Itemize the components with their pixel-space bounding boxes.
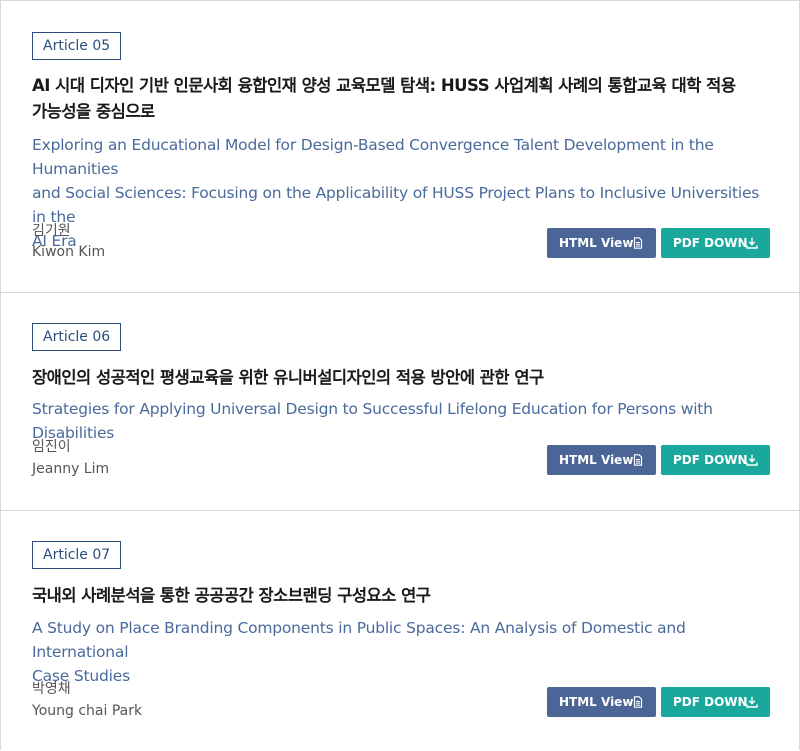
article-badge: Article 07	[32, 541, 122, 569]
document-icon	[633, 696, 643, 708]
article-title-ko[interactable]: AI 시대 디자인 기반 인문사회 융합인재 양성 교육모델 탐색: HUSS …	[32, 73, 772, 125]
title-ko-line: 국내외 사례분석을 통한 공공공간 장소브랜딩 구성요소 연구	[32, 586, 431, 605]
title-ko-line: 가능성을 중심으로	[32, 102, 155, 121]
author-name-en: Jeanny Lim	[32, 461, 110, 477]
article-list: Article 05 AI 시대 디자인 기반 인문사회 융합인재 양성 교육모…	[0, 0, 800, 750]
title-en-line: Strategies for Applying Universal Design…	[32, 400, 713, 442]
download-icon	[746, 696, 758, 708]
pdf-download-button[interactable]: PDF DOWN	[661, 228, 770, 258]
html-view-label: HTML View	[559, 236, 634, 250]
pdf-download-label: PDF DOWN	[673, 695, 748, 709]
document-icon	[633, 237, 643, 249]
title-en-line: A Study on Place Branding Components in …	[32, 619, 686, 661]
author-name-en: Kiwon Kim	[32, 244, 106, 260]
article-item-06: Article 06 장애인의 성공적인 평생교육을 위한 유니버설디자인의 적…	[1, 293, 799, 511]
article-item-07: Article 07 국내외 사례분석을 통한 공공공간 장소브랜딩 구성요소 …	[1, 511, 799, 751]
author-name-ko: 박영채	[32, 681, 71, 697]
download-icon	[746, 454, 758, 466]
html-view-button[interactable]: HTML View	[547, 687, 656, 717]
article-title-en[interactable]: A Study on Place Branding Components in …	[32, 616, 772, 688]
title-en-line: Exploring an Educational Model for Desig…	[32, 136, 714, 178]
pdf-download-button[interactable]: PDF DOWN	[661, 445, 770, 475]
html-view-label: HTML View	[559, 453, 634, 467]
html-view-button[interactable]: HTML View	[547, 445, 656, 475]
pdf-download-label: PDF DOWN	[673, 236, 748, 250]
article-badge: Article 05	[32, 32, 122, 60]
html-view-button[interactable]: HTML View	[547, 228, 656, 258]
document-icon	[633, 454, 643, 466]
author-name-ko: 김기원	[32, 223, 71, 239]
article-title-ko[interactable]: 장애인의 성공적인 평생교육을 위한 유니버설디자인의 적용 방안에 관한 연구	[32, 365, 772, 391]
author-name-ko: 임진이	[32, 439, 71, 455]
article-badge: Article 06	[32, 323, 122, 351]
title-en-line: and Social Sciences: Focusing on the App…	[32, 184, 760, 226]
article-title-en[interactable]: Strategies for Applying Universal Design…	[32, 397, 772, 445]
article-item-05: Article 05 AI 시대 디자인 기반 인문사회 융합인재 양성 교육모…	[1, 1, 799, 293]
title-ko-line: AI 시대 디자인 기반 인문사회 융합인재 양성 교육모델 탐색: HUSS …	[32, 76, 736, 95]
download-icon	[746, 237, 758, 249]
title-ko-line: 장애인의 성공적인 평생교육을 위한 유니버설디자인의 적용 방안에 관한 연구	[32, 368, 544, 387]
title-en-line: Case Studies	[32, 667, 130, 685]
author-name-en: Young chai Park	[32, 703, 143, 719]
article-title-ko[interactable]: 국내외 사례분석을 통한 공공공간 장소브랜딩 구성요소 연구	[32, 583, 772, 609]
pdf-download-label: PDF DOWN	[673, 453, 748, 467]
html-view-label: HTML View	[559, 695, 634, 709]
pdf-download-button[interactable]: PDF DOWN	[661, 687, 770, 717]
